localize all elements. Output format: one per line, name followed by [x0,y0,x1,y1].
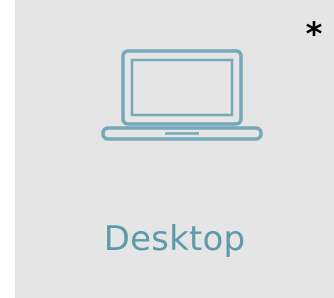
desktop-label: Desktop [103,219,246,259]
required-marker: * [305,15,323,53]
page: Desktop * [0,0,334,298]
desktop-option-tile[interactable]: Desktop * [15,0,334,298]
laptop-icon [101,49,263,141]
